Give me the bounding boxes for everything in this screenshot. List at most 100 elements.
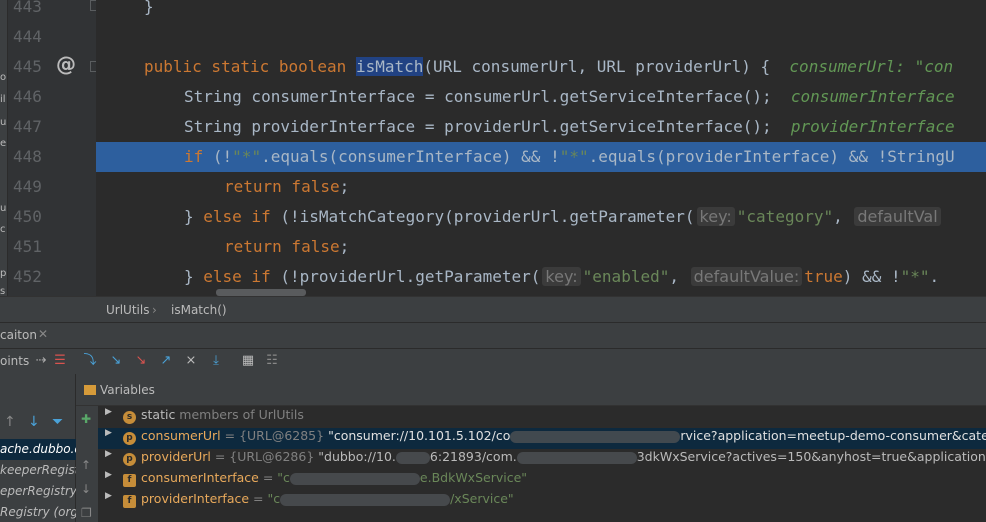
- parameter-hint: key:: [696, 207, 735, 226]
- expand-arrow-icon[interactable]: ▶: [105, 491, 112, 501]
- variable-name: static: [141, 407, 176, 422]
- inline-debug-value: consumerInterface: [790, 87, 955, 106]
- project-tree-fragment: e: [0, 138, 7, 149]
- new-watch-icon[interactable]: ✚: [81, 412, 91, 426]
- expand-arrow-icon[interactable]: ▶: [105, 428, 112, 438]
- horizontal-scrollbar[interactable]: [216, 289, 306, 296]
- code-text: }: [184, 267, 204, 286]
- stack-frame[interactable]: eperRegistry: [0, 481, 76, 502]
- frames-panel: ↑ ↓ ⏷ ache.dubbo.c keeperRegistr eperReg…: [0, 374, 76, 522]
- variable-ref: = {URL@6285}: [220, 428, 329, 443]
- project-tree-fragment: c: [0, 224, 6, 235]
- arrow-up-icon[interactable]: ↑: [4, 414, 16, 430]
- stack-frame[interactable]: ache.dubbo.c: [0, 439, 76, 460]
- debug-session-tab[interactable]: caiton: [0, 328, 37, 342]
- parameter-badge-icon: p: [123, 432, 136, 445]
- code-text: String consumerInterface = consumerUrl.g…: [184, 87, 772, 106]
- variables-toolbar: ✚ ↑ ↓ ❐: [76, 406, 98, 522]
- variable-row[interactable]: ▶ p providerUrl = {URL@6286} "dubbo://10…: [98, 449, 986, 470]
- inline-debug-value: consumerUrl: "con: [789, 57, 954, 76]
- line-number: 444: [13, 27, 42, 46]
- variable-value: 6:21893/com.: [429, 449, 517, 464]
- redacted-area: [289, 472, 420, 485]
- code-keyword: return false: [224, 177, 340, 196]
- variable-row[interactable]: ▶ p consumerUrl = {URL@6285} "consumer:/…: [98, 428, 986, 449]
- line-number: 447: [13, 117, 42, 136]
- step-over-icon[interactable]: ⤵: [82, 353, 98, 369]
- parameter-hint: defaultVal: [854, 207, 941, 226]
- evaluate-expression-icon[interactable]: ▦: [240, 353, 256, 369]
- variables-title: Variables: [100, 383, 155, 397]
- parameter-badge-icon: p: [123, 453, 136, 466]
- code-string: "*": [900, 267, 930, 286]
- code-keyword: return false: [224, 237, 340, 256]
- line-number: 445: [13, 57, 42, 76]
- project-panel-edge: o il u e u c p s: [0, 0, 8, 300]
- step-into-icon[interactable]: ↘: [108, 353, 124, 369]
- project-tree-fragment: u: [0, 117, 7, 128]
- pin-tab-icon[interactable]: ⇢: [33, 353, 49, 369]
- variable-row[interactable]: ▶ f providerInterface = "c/xService": [98, 491, 986, 512]
- variable-value: /xService": [450, 491, 514, 506]
- line-number: 450: [13, 207, 42, 226]
- code-text: }: [144, 0, 154, 16]
- move-up-icon[interactable]: ↑: [81, 458, 91, 472]
- code-line: public static boolean isMatch(URL consum…: [144, 52, 986, 82]
- drop-frame-icon[interactable]: ⨯: [183, 353, 199, 369]
- line-number: 449: [13, 177, 42, 196]
- redacted-area: [510, 430, 681, 443]
- show-execution-point-icon[interactable]: ☰: [52, 353, 68, 369]
- breadcrumb-method[interactable]: isMatch(): [171, 303, 227, 317]
- step-out-icon[interactable]: ↗: [158, 353, 174, 369]
- variable-row[interactable]: ▶ f consumerInterface = "c e.BdkWxService…: [98, 470, 986, 491]
- code-keyword: else if: [203, 267, 271, 286]
- expand-arrow-icon[interactable]: ▶: [105, 470, 112, 480]
- project-tree-fragment: o: [0, 72, 7, 83]
- variable-ref: =: [249, 491, 268, 506]
- code-line: } else if (!providerUrl.getParameter(key…: [184, 262, 986, 292]
- override-annotation-icon[interactable]: @: [56, 52, 76, 76]
- arrow-down-icon[interactable]: ↓: [28, 414, 40, 430]
- copy-icon[interactable]: ❐: [81, 506, 92, 520]
- filter-icon[interactable]: ⏷: [52, 414, 63, 430]
- variable-value: "dubbo://10.: [318, 449, 396, 464]
- variable-value: rvice?application=meetup-demo-consumer&c…: [680, 428, 986, 443]
- code-line: } else if (!isMatchCategory(providerUrl.…: [184, 202, 986, 232]
- stack-frame[interactable]: Registry (org: [0, 502, 76, 522]
- line-number: 443: [13, 0, 42, 16]
- code-text: ) && !: [842, 267, 901, 286]
- code-text: (!providerUrl.getParameter(: [270, 267, 541, 286]
- code-text: (!isMatchCategory(providerUrl.getParamet…: [270, 207, 695, 226]
- code-keyword: true: [804, 267, 843, 286]
- editor-gutter[interactable]: 443 444 445 446 447 448 449 450 451 452 …: [8, 0, 101, 296]
- force-step-into-icon[interactable]: ↘: [133, 353, 149, 369]
- debug-session-tabs: caiton ✕: [0, 322, 986, 348]
- parameter-hint: key:: [542, 267, 581, 286]
- code-editor[interactable]: } public static boolean isMatch(URL cons…: [96, 0, 986, 296]
- close-icon[interactable]: ✕: [38, 327, 48, 341]
- variable-name: providerInterface: [141, 491, 250, 506]
- stack-frame[interactable]: keeperRegistr: [0, 460, 76, 481]
- expand-arrow-icon[interactable]: ▶: [105, 449, 112, 459]
- breakpoints-label[interactable]: oints: [0, 354, 29, 368]
- move-down-icon[interactable]: ↓: [81, 482, 91, 496]
- code-string: "*": [559, 147, 589, 166]
- line-number: 452: [13, 267, 42, 286]
- expand-arrow-icon[interactable]: ▶: [105, 407, 112, 417]
- code-keyword: public static boolean: [144, 57, 347, 76]
- code-text: ;: [339, 237, 350, 256]
- trace-icon[interactable]: ☷: [264, 353, 280, 369]
- code-line: String consumerInterface = consumerUrl.g…: [184, 82, 986, 112]
- variable-value: e.BdkWxService": [419, 470, 528, 485]
- code-string: "category": [736, 207, 834, 226]
- code-text: }: [184, 207, 204, 226]
- parameter-hint: defaultValue:: [690, 267, 803, 286]
- code-string: "*": [232, 147, 262, 166]
- code-text: ,: [833, 207, 843, 226]
- breadcrumb-class[interactable]: UrlUtils: [106, 303, 149, 317]
- variable-row[interactable]: ▶ s static members of UrlUtils: [98, 407, 986, 428]
- breadcrumb-separator-icon: ›: [152, 303, 157, 317]
- variable-value: "c: [267, 491, 281, 506]
- variable-ref: = {URL@6286}: [210, 449, 319, 464]
- run-to-cursor-icon[interactable]: ⤓: [208, 353, 224, 369]
